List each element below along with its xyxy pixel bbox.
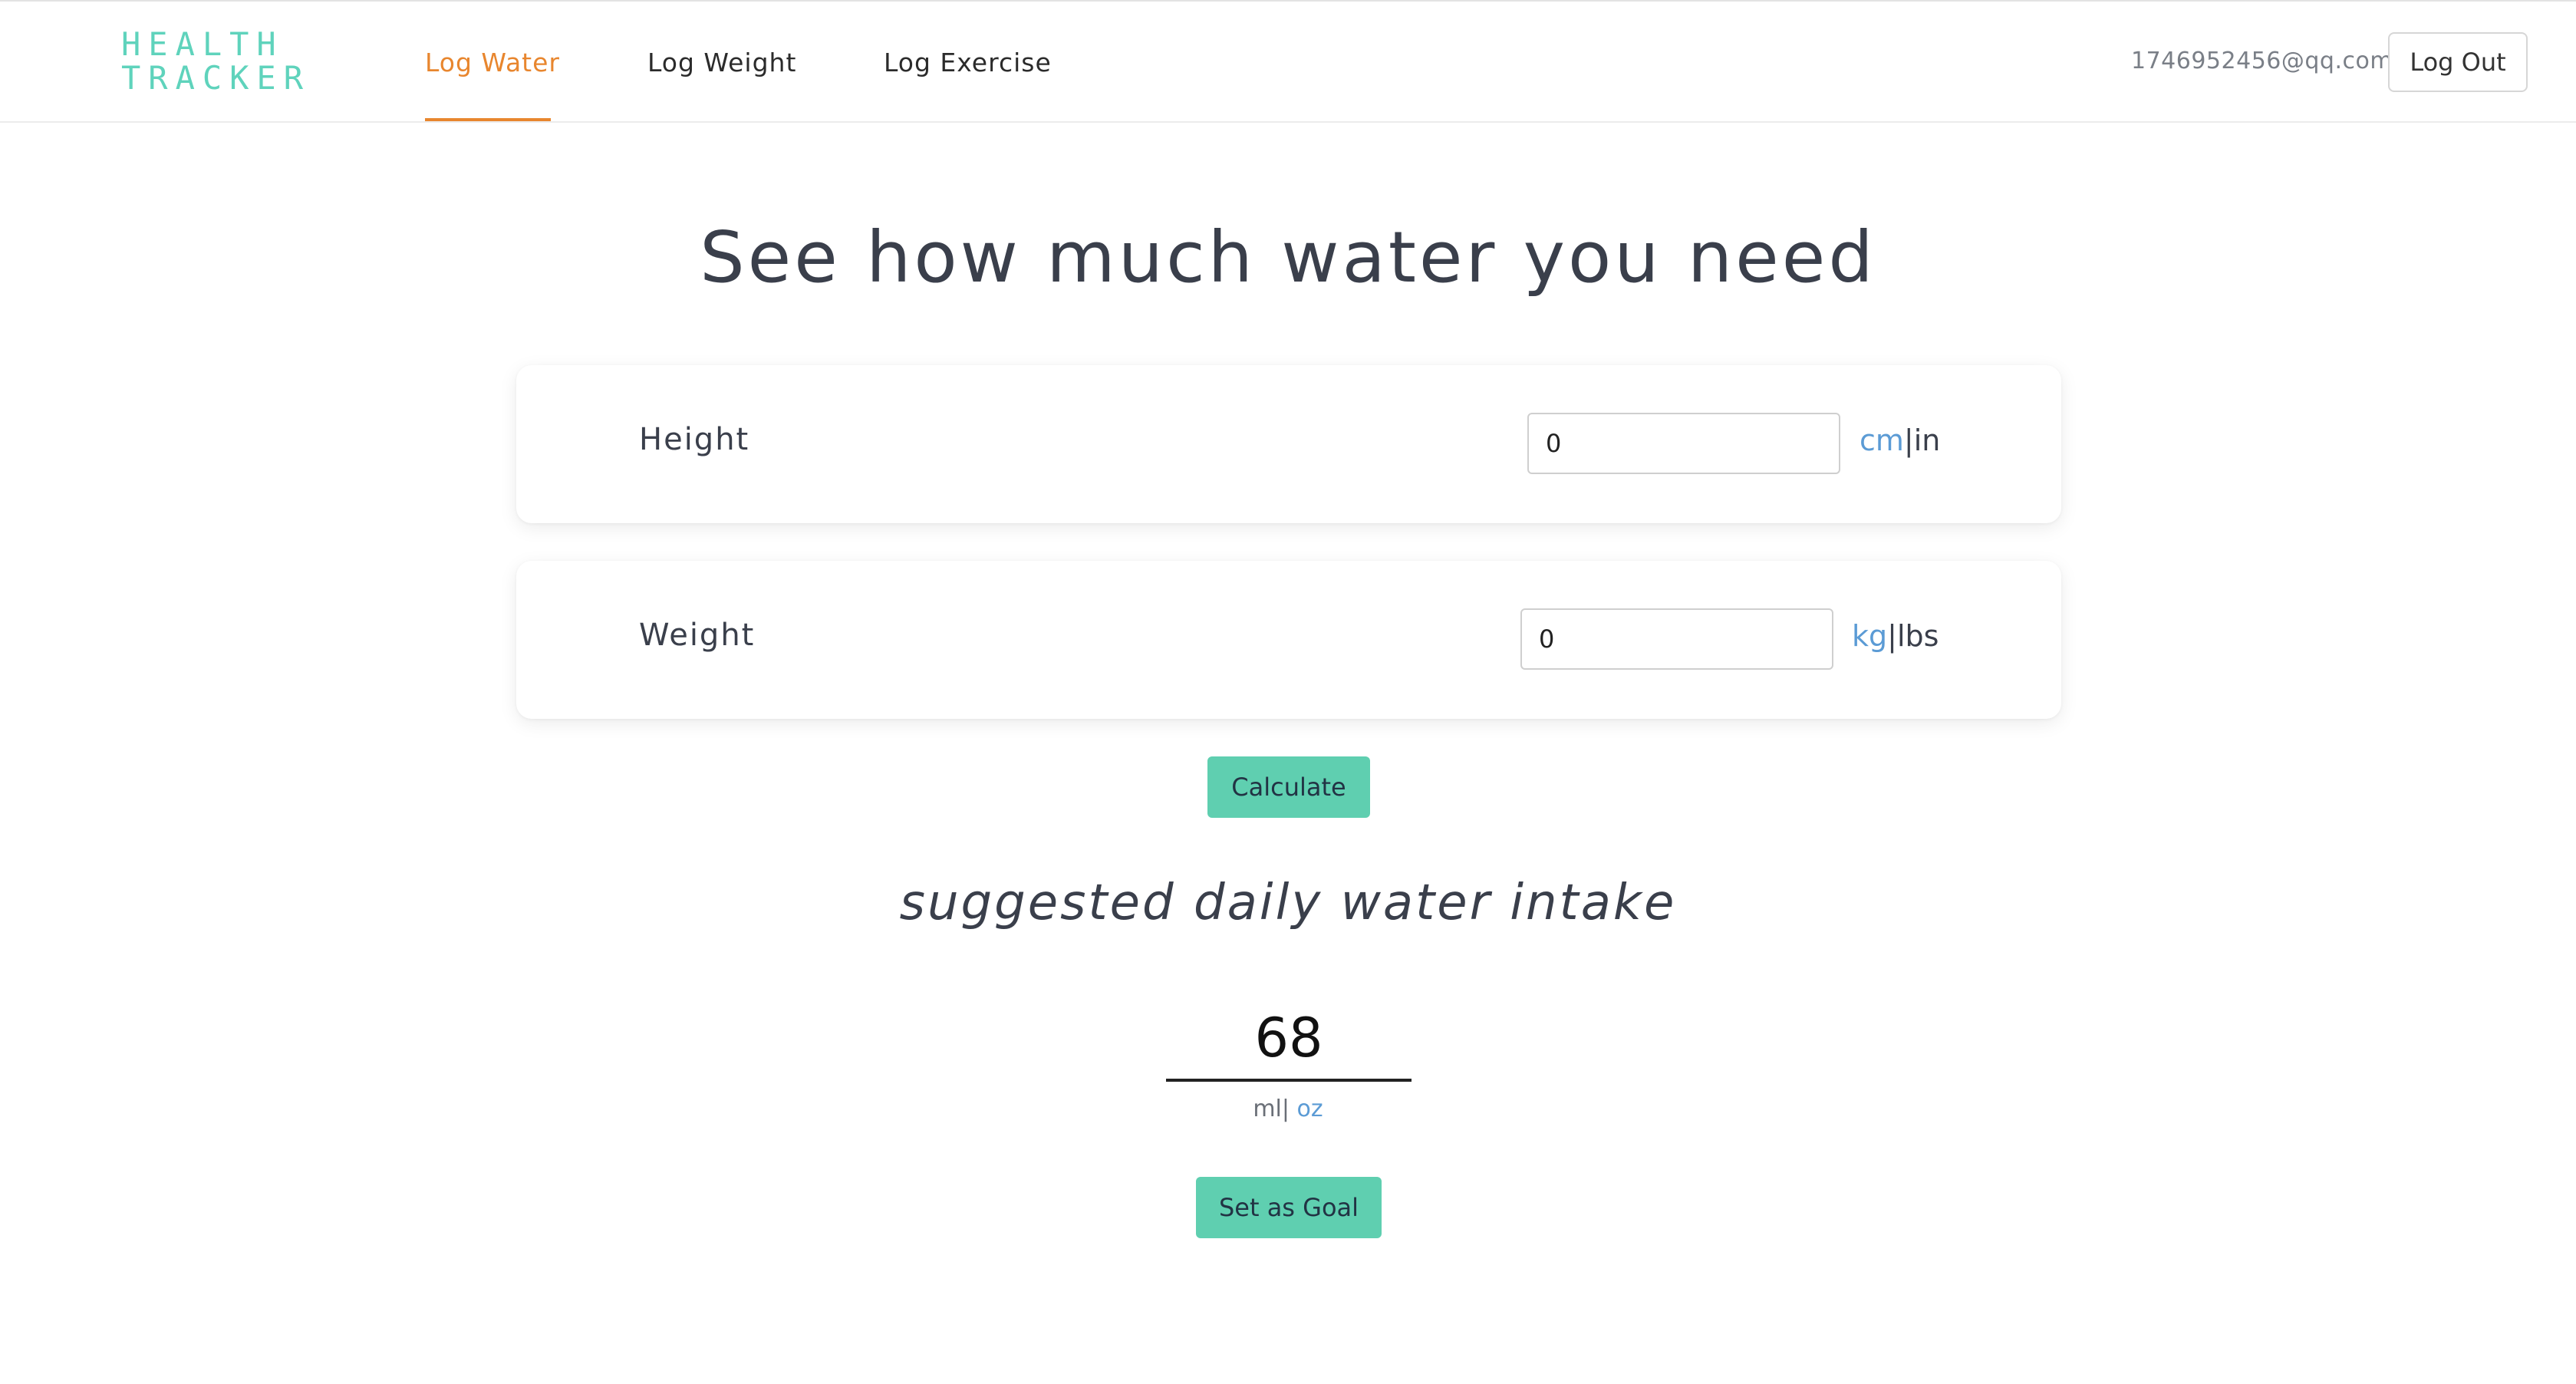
unit-oz-option[interactable]: oz xyxy=(1297,1096,1323,1122)
logo-line-2: TRACKER xyxy=(121,59,311,97)
unit-separator: | xyxy=(1281,1096,1297,1122)
unit-cm-option[interactable]: cm xyxy=(1860,423,1904,457)
nav-log-weight[interactable]: Log Weight xyxy=(647,2,796,121)
navbar: HEALTH TRACKER Log Water Log Weight Log … xyxy=(0,2,2576,123)
user-email: 1746952456@qq.com xyxy=(2131,48,2393,74)
weight-unit-toggle: kg|lbs xyxy=(1852,619,1939,653)
height-unit-toggle: cm|in xyxy=(1860,423,1940,457)
suggestion-heading: suggested daily water intake xyxy=(899,875,1677,931)
unit-separator: | xyxy=(1903,423,1914,457)
unit-in-option[interactable]: in xyxy=(1914,423,1941,457)
weight-label: Weight xyxy=(639,618,756,653)
nav-log-exercise[interactable]: Log Exercise xyxy=(884,2,1052,121)
log-out-button[interactable]: Log Out xyxy=(2388,32,2528,92)
health-tracker-logo[interactable]: HEALTH TRACKER xyxy=(121,28,310,95)
set-as-goal-button[interactable]: Set as Goal xyxy=(1196,1177,1382,1238)
page-title: See how much water you need xyxy=(700,216,1876,298)
weight-input[interactable] xyxy=(1520,608,1833,670)
height-label: Height xyxy=(639,422,750,457)
result-underline xyxy=(1166,1079,1412,1082)
result-value: 68 xyxy=(1254,1007,1323,1069)
logo-line-1: HEALTH xyxy=(121,25,284,63)
height-input[interactable] xyxy=(1527,413,1840,474)
weight-card: Weight kg|lbs xyxy=(516,561,2061,719)
unit-ml-option[interactable]: ml xyxy=(1253,1096,1282,1122)
height-card: Height cm|in xyxy=(516,365,2061,523)
result-display: 68 xyxy=(1166,997,1412,1082)
result-unit-toggle: ml| oz xyxy=(0,1096,2576,1122)
unit-separator: | xyxy=(1887,619,1897,653)
nav-log-water[interactable]: Log Water xyxy=(425,2,559,121)
unit-lbs-option[interactable]: lbs xyxy=(1897,619,1939,653)
calculate-button[interactable]: Calculate xyxy=(1207,756,1370,818)
unit-kg-option[interactable]: kg xyxy=(1852,619,1887,653)
